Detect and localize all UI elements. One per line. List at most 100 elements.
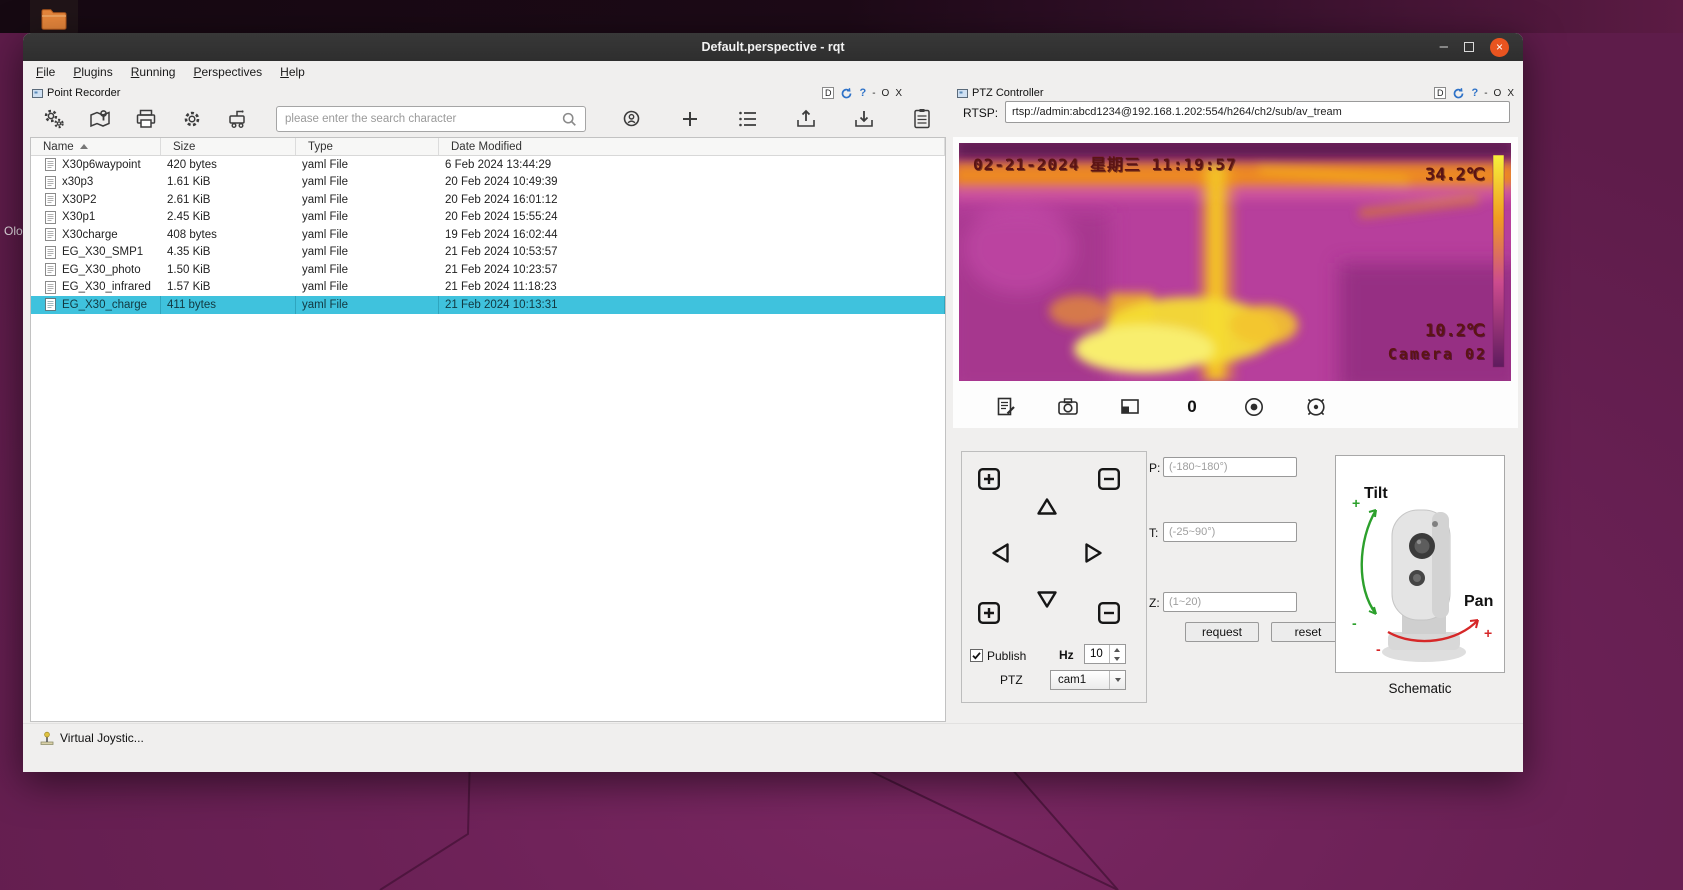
waypoint-file-table: Name Size Type Date Modified X30p6waypoi… <box>30 137 946 722</box>
dock-restore-button[interactable]: O <box>882 88 890 99</box>
osd-temp-high: 34.2℃ <box>1425 165 1485 185</box>
waypoint-map-button[interactable] <box>88 107 112 131</box>
publish-checkbox[interactable] <box>970 649 983 662</box>
column-header-type[interactable]: Type <box>296 138 439 155</box>
settings-gears-button[interactable] <box>42 107 66 131</box>
file-row[interactable]: X30p1 2.45 KiB yaml File 20 Feb 2024 15:… <box>31 209 945 227</box>
point-recorder-titlebar[interactable]: Point Recorder D ? - O X <box>28 85 948 101</box>
record-button[interactable] <box>1241 394 1267 420</box>
pan-left-button[interactable] <box>986 538 1016 568</box>
plugin-icon <box>32 88 43 99</box>
background-app-icon[interactable] <box>30 0 78 37</box>
file-row[interactable]: EG_X30_photo 1.50 KiB yaml File 21 Feb 2… <box>31 261 945 279</box>
point-recorder-toolbar <box>28 101 948 137</box>
checklist-button[interactable] <box>910 107 934 131</box>
dock-detach-button[interactable]: D <box>1434 87 1447 99</box>
hz-input[interactable] <box>1085 645 1109 663</box>
close-button[interactable]: × <box>1490 38 1509 57</box>
table-header: Name Size Type Date Modified <box>31 138 945 156</box>
focus-in-button[interactable] <box>974 598 1004 628</box>
video-card: 02-21-2024 星期三 11:19:57 34.2℃ 10.2℃ Came… <box>953 137 1518 428</box>
rqt-window: Default.perspective - rqt – × File Plugi… <box>23 33 1523 772</box>
print-button[interactable] <box>134 107 158 131</box>
dock-close-button[interactable]: X <box>895 88 902 99</box>
zoom-input[interactable] <box>1163 592 1297 612</box>
yaml-file-icon <box>45 246 56 259</box>
chevron-down-icon <box>1109 671 1125 689</box>
add-button[interactable] <box>678 107 702 131</box>
column-header-size[interactable]: Size <box>161 138 296 155</box>
dock-close-button[interactable]: X <box>1507 88 1514 99</box>
search-input[interactable] <box>285 113 562 125</box>
sort-ascending-icon <box>80 144 88 149</box>
robot-button[interactable] <box>226 107 250 131</box>
pan-right-button[interactable] <box>1078 538 1108 568</box>
dock-reload-icon[interactable] <box>840 87 853 100</box>
pan-plus-mark: + <box>1484 625 1492 641</box>
list-view-button[interactable] <box>736 107 760 131</box>
tilt-up-button[interactable] <box>1032 492 1062 522</box>
dock-help-button[interactable]: ? <box>1471 87 1478 99</box>
file-row[interactable]: EG_X30_SMP1 4.35 KiB yaml File 21 Feb 20… <box>31 244 945 262</box>
zoom-in-button[interactable] <box>974 464 1004 494</box>
menu-file[interactable]: File <box>27 63 64 81</box>
tilt-input[interactable] <box>1163 522 1297 542</box>
dock-reload-icon[interactable] <box>1452 87 1465 100</box>
ptz-controller-titlebar[interactable]: PTZ Controller D ? - O X <box>953 85 1518 101</box>
auto-scan-button[interactable] <box>1303 394 1329 420</box>
pan-input[interactable] <box>1163 457 1297 477</box>
snapshot-counter: 0 <box>1179 397 1205 417</box>
yaml-file-icon <box>45 211 56 224</box>
yaml-file-icon <box>45 193 56 206</box>
menu-help[interactable]: Help <box>271 63 314 81</box>
thermal-video-frame: 02-21-2024 星期三 11:19:57 34.2℃ 10.2℃ Came… <box>959 143 1511 381</box>
window-titlebar[interactable]: Default.perspective - rqt – × <box>23 33 1523 61</box>
rtsp-label: RTSP: <box>963 106 998 120</box>
spin-up-icon[interactable] <box>1110 645 1123 654</box>
menu-plugins[interactable]: Plugins <box>64 63 121 81</box>
osd-camera-label: Camera 02 <box>1388 345 1487 363</box>
gear-button[interactable] <box>180 107 204 131</box>
plugin-icon <box>957 88 968 99</box>
file-row[interactable]: X30p6waypoint 420 bytes yaml File 6 Feb … <box>31 156 945 174</box>
file-row[interactable]: x30p3 1.61 KiB yaml File 20 Feb 2024 10:… <box>31 174 945 192</box>
rtsp-url-input[interactable] <box>1005 101 1510 123</box>
column-header-modified[interactable]: Date Modified <box>439 138 945 155</box>
ptz-controller-dock: PTZ Controller D ? - O X RTSP: <box>953 85 1518 710</box>
tilt-down-button[interactable] <box>1032 584 1062 614</box>
menu-running[interactable]: Running <box>122 63 185 81</box>
file-row-selected[interactable]: EG_X30_charge 411 bytes yaml File 21 Feb… <box>31 296 945 314</box>
dock-minimize-button[interactable]: - <box>1484 88 1487 99</box>
check-icon <box>971 650 982 661</box>
export-upload-button[interactable] <box>794 107 818 131</box>
file-row[interactable]: X30charge 408 bytes yaml File 19 Feb 202… <box>31 226 945 244</box>
minimized-dock-virtual-joystick[interactable]: Virtual Joystic... <box>60 731 144 745</box>
resize-view-button[interactable] <box>1117 394 1143 420</box>
publish-label: Publish <box>987 649 1026 663</box>
menu-perspectives[interactable]: Perspectives <box>184 63 271 81</box>
dock-detach-button[interactable]: D <box>822 87 835 99</box>
schematic-caption: Schematic <box>1335 681 1505 696</box>
reset-button[interactable]: reset <box>1271 622 1345 642</box>
spin-down-icon[interactable] <box>1110 654 1123 663</box>
ptz-schematic: Tilt Pan + - + - <box>1335 455 1505 673</box>
yaml-file-icon <box>45 158 56 171</box>
pan-label: Pan <box>1464 593 1493 610</box>
snapshot-camera-button[interactable] <box>1055 394 1081 420</box>
maximize-button[interactable] <box>1464 42 1474 52</box>
note-edit-button[interactable] <box>993 394 1019 420</box>
file-row[interactable]: EG_X30_infrared 1.57 KiB yaml File 21 Fe… <box>31 279 945 297</box>
request-button[interactable]: request <box>1185 622 1259 642</box>
camera-select[interactable]: cam1 <box>1050 670 1126 690</box>
point-recorder-dock: Point Recorder D ? - O X <box>28 85 948 722</box>
focus-out-button[interactable] <box>1094 598 1124 628</box>
column-header-name[interactable]: Name <box>31 138 161 155</box>
file-row[interactable]: X30P2 2.61 KiB yaml File 20 Feb 2024 16:… <box>31 191 945 209</box>
dock-restore-button[interactable]: O <box>1494 88 1502 99</box>
zoom-out-button[interactable] <box>1094 464 1124 494</box>
minimize-button[interactable]: – <box>1440 42 1448 52</box>
dock-help-button[interactable]: ? <box>859 87 866 99</box>
locate-contact-button[interactable] <box>620 107 644 131</box>
import-download-button[interactable] <box>852 107 876 131</box>
dock-minimize-button[interactable]: - <box>872 88 875 99</box>
